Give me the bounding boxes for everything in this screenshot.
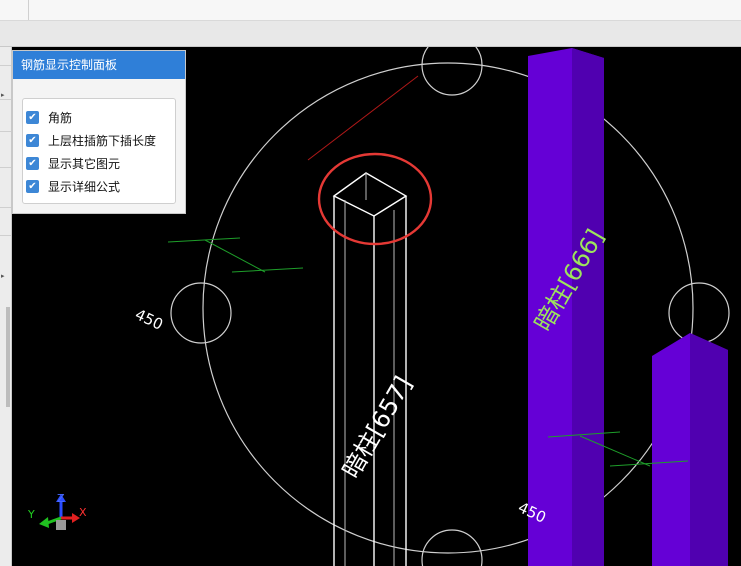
- title-bar: [0, 0, 741, 21]
- panel-title: 钢筋显示控制面板: [13, 51, 185, 79]
- small-circle: [421, 47, 483, 96]
- dock-divider: [0, 207, 11, 208]
- axis-z-label: Z: [57, 492, 65, 505]
- option-label: 显示详细公式: [48, 179, 121, 194]
- checkbox-checked-icon[interactable]: ✔: [26, 110, 39, 124]
- highlight-circle: [317, 152, 433, 246]
- dimension-label-left: 450: [132, 305, 166, 333]
- rebar-display-control-panel: 钢筋显示控制面板 ✔ 角筋 ✔ 上层柱插筋下插长度 ✔ 显示其它图元 ✔ 显示详细公式: [12, 50, 186, 214]
- option-label: 上层柱插筋下插长度: [48, 133, 157, 148]
- option-label: 显示其它图元: [48, 156, 121, 171]
- checkbox-checked-icon[interactable]: ✔: [26, 179, 39, 193]
- expand-arrow-icon[interactable]: ▸: [1, 272, 5, 280]
- plan-circle: [202, 62, 694, 554]
- option-label: 角筋: [48, 110, 73, 125]
- option-show-other-elements[interactable]: ✔ 显示其它图元: [26, 155, 120, 171]
- dock-divider: [0, 167, 11, 168]
- toolbar-separator: [28, 0, 29, 20]
- wireframe-column[interactable]: [332, 172, 408, 566]
- small-circle: [170, 282, 232, 344]
- small-circle: [421, 529, 483, 566]
- checkbox-checked-icon[interactable]: ✔: [26, 133, 39, 147]
- axis-x-label: X: [79, 506, 87, 519]
- option-corner-rebar[interactable]: ✔ 角筋: [26, 109, 72, 125]
- checkbox-checked-icon[interactable]: ✔: [26, 156, 39, 170]
- red-guide-line: [307, 75, 419, 161]
- dock-divider: [0, 131, 11, 132]
- axis-y-label: Y: [27, 508, 35, 521]
- left-dock-strip: ▸ ▸: [0, 47, 12, 566]
- small-circle: [668, 282, 730, 344]
- option-upper-column-insert-length[interactable]: ✔ 上层柱插筋下插长度: [26, 132, 156, 148]
- purple-column-side: [572, 48, 604, 566]
- option-show-detailed-formula[interactable]: ✔ 显示详细公式: [26, 178, 120, 194]
- expand-arrow-icon[interactable]: ▸: [1, 91, 5, 99]
- dock-divider: [0, 235, 11, 236]
- purple-column-side: [690, 333, 728, 566]
- splitter-handle[interactable]: [6, 307, 10, 407]
- green-rebar-line: [167, 237, 241, 243]
- toolbar-strip: [0, 21, 741, 47]
- green-rebar-line: [231, 267, 304, 273]
- green-rebar-line: [204, 239, 266, 273]
- axis-gizmo-icon[interactable]: Z X Y: [27, 492, 87, 530]
- dock-divider: [0, 65, 11, 66]
- dock-divider: [0, 99, 11, 100]
